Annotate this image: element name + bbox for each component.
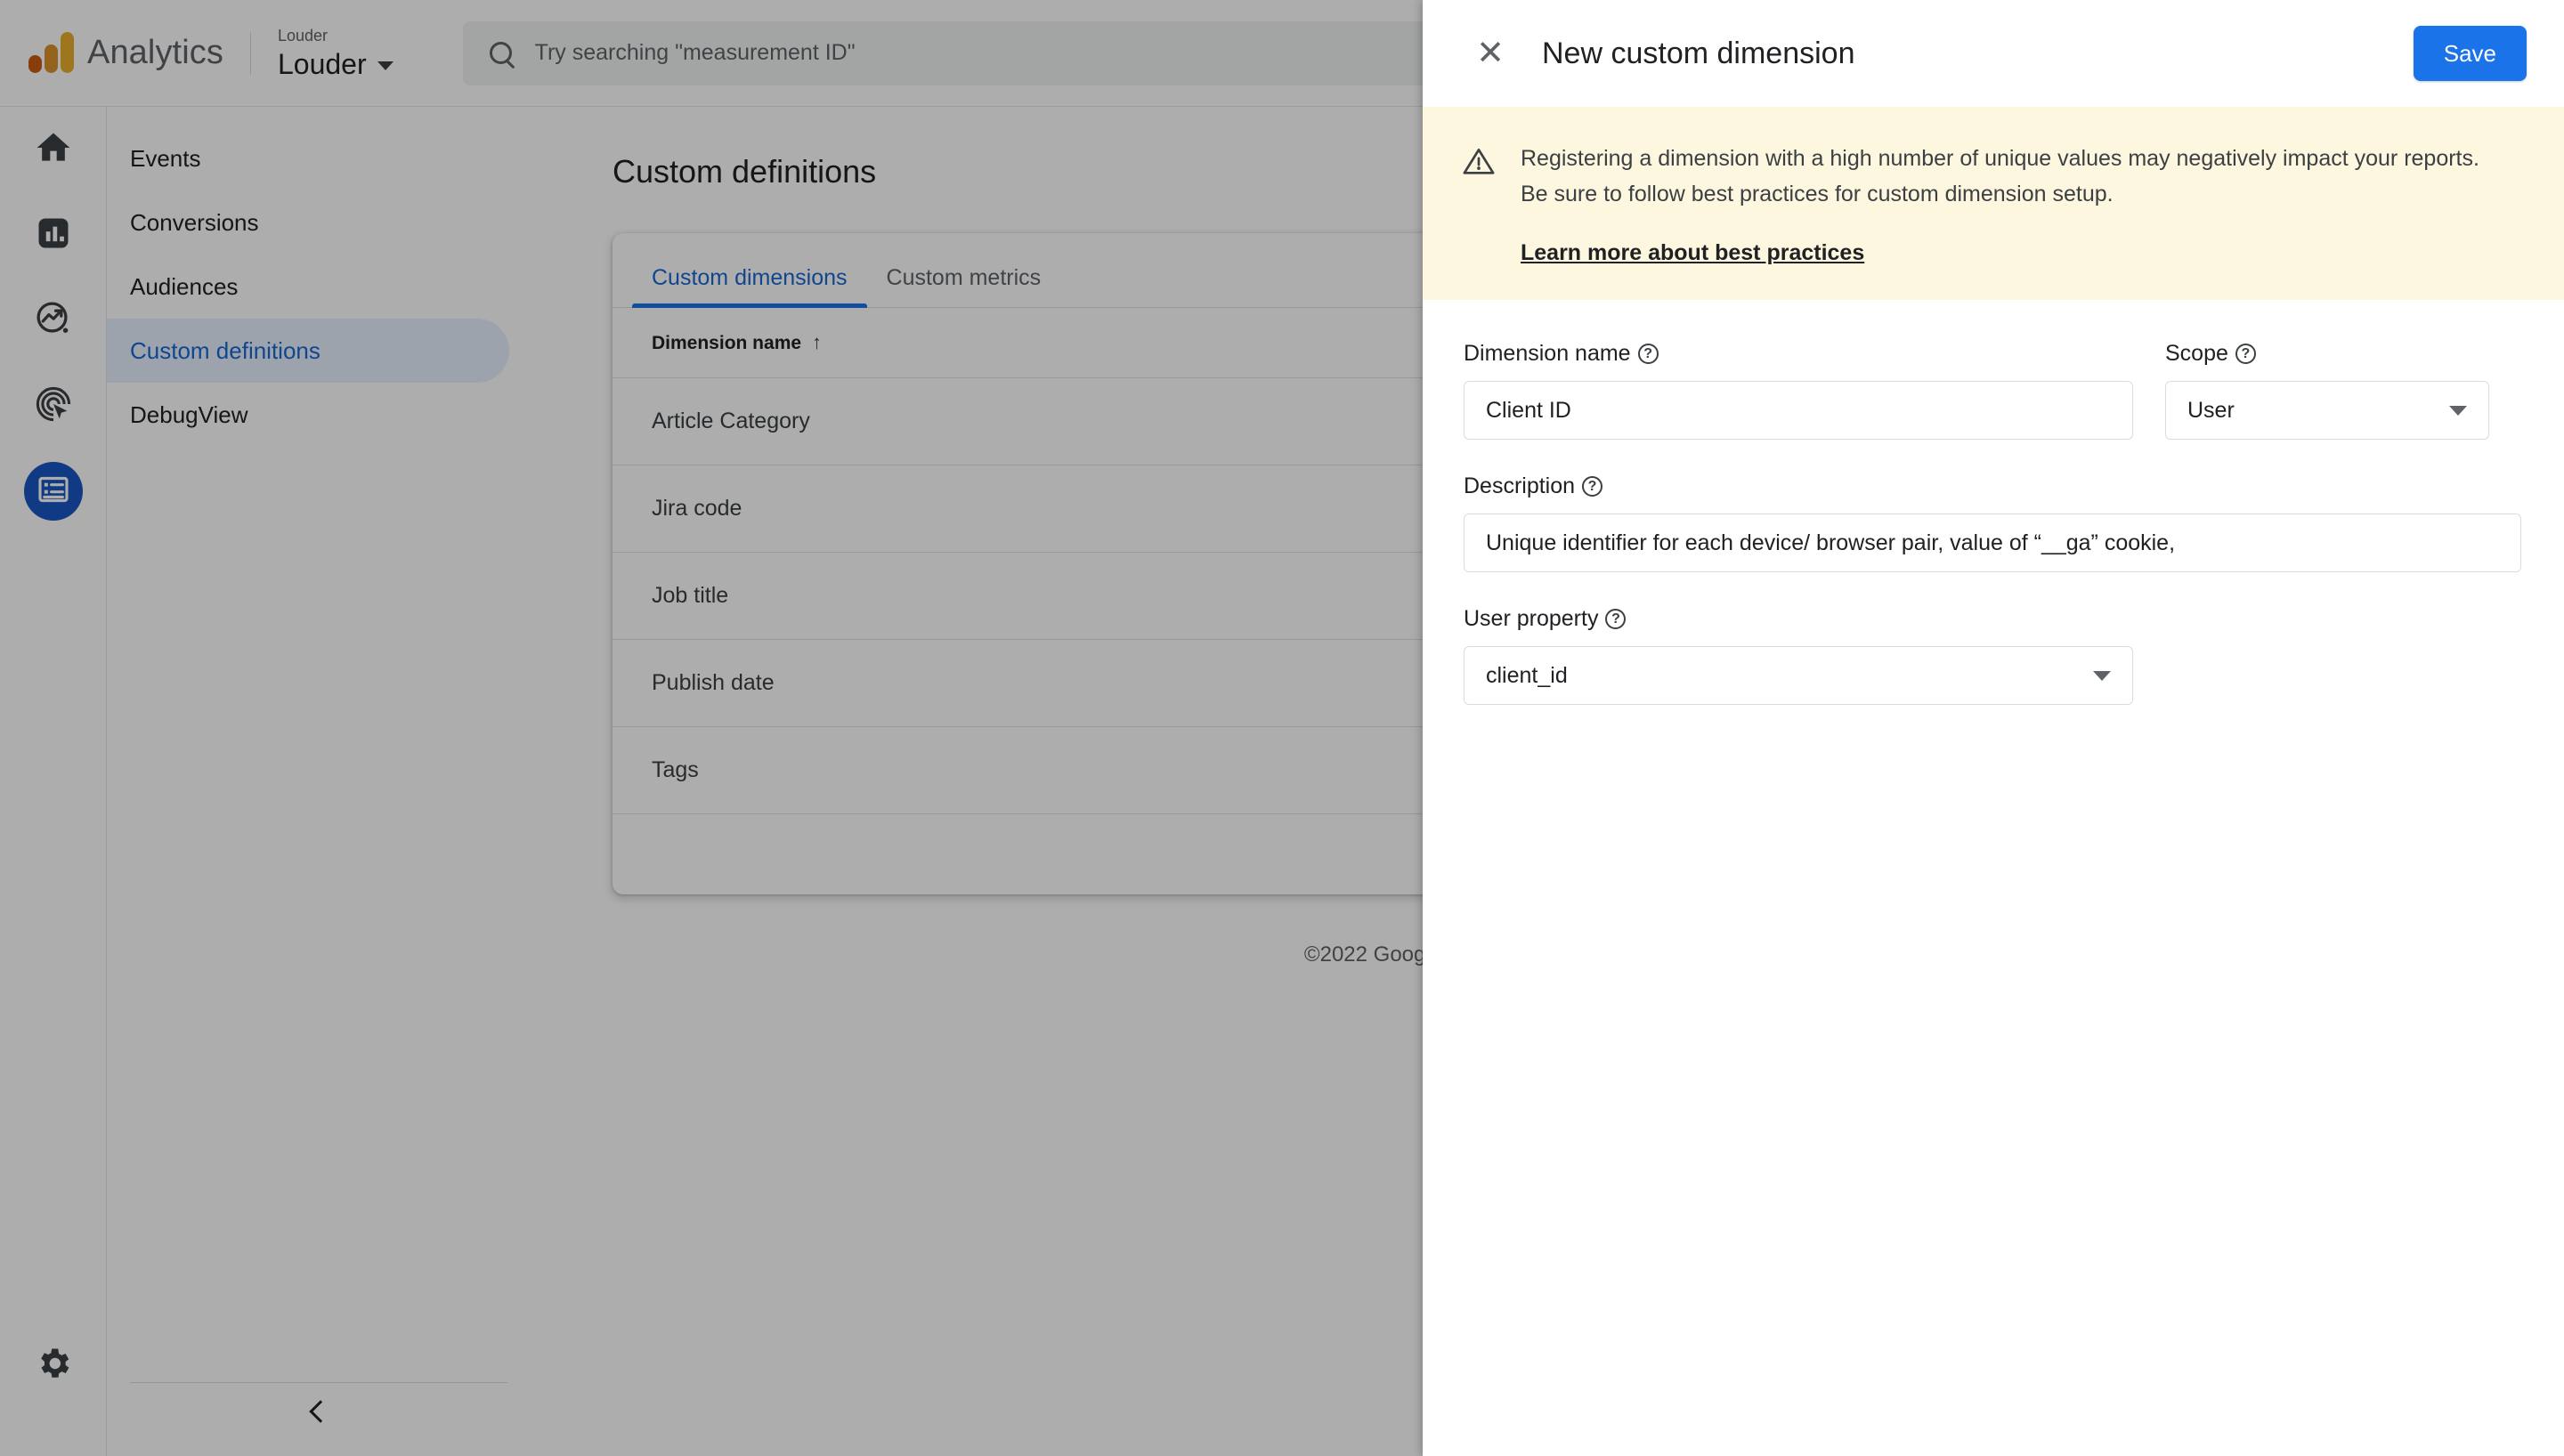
chevron-down-icon — [2449, 405, 2467, 416]
warning-triangle-icon — [1462, 144, 1496, 266]
brand-divider — [249, 31, 251, 75]
configure-list-icon — [36, 472, 71, 512]
label-text: Description — [1464, 473, 1576, 498]
warning-banner: Registering a dimension with a high numb… — [1423, 107, 2564, 300]
icon-rail — [0, 107, 107, 1456]
user-property-field: User property ? client_id — [1464, 606, 2523, 705]
sidebar-item-conversions[interactable]: Conversions — [107, 190, 509, 255]
description-field: Description ? Unique identifier for each… — [1464, 473, 2523, 572]
scope-label: Scope ? — [2165, 341, 2489, 367]
warning-text: Registering a dimension with a high numb… — [1521, 146, 2479, 206]
description-label: Description ? — [1464, 473, 2523, 499]
help-circle-icon[interactable]: ? — [1582, 476, 1603, 497]
chevron-down-icon — [2093, 670, 2111, 681]
sidebar-item-label: Conversions — [130, 208, 259, 236]
help-circle-icon[interactable]: ? — [2235, 344, 2256, 364]
rail-item-explore[interactable] — [0, 278, 107, 363]
description-input[interactable]: Unique identifier for each device/ brows… — [1464, 514, 2521, 572]
chevron-down-icon — [377, 61, 394, 70]
brand-name: Analytics — [87, 34, 223, 71]
tab-custom-metrics[interactable]: Custom metrics — [867, 265, 1061, 307]
tab-custom-dimensions[interactable]: Custom dimensions — [632, 265, 867, 308]
sidebar-item-custom-definitions[interactable]: Custom definitions — [107, 319, 509, 383]
label-text: Dimension name — [1464, 341, 1631, 366]
input-value: Client ID — [1486, 397, 1571, 423]
user-property-select[interactable]: client_id — [1464, 646, 2133, 705]
help-circle-icon[interactable]: ? — [1605, 609, 1627, 629]
reports-bar-chart-icon — [34, 214, 73, 257]
dimension-name-label: Dimension name ? — [1464, 341, 2133, 367]
name-scope-row: Dimension name ? Client ID Scope ? User — [1464, 341, 2523, 440]
scope-field: Scope ? User — [2165, 341, 2489, 440]
sidebar-item-label: Custom definitions — [130, 336, 320, 364]
sort-ascending-icon: ↑ — [812, 331, 823, 353]
sidebar-item-audiences[interactable]: Audiences — [107, 255, 509, 319]
rail-item-settings[interactable] — [0, 1323, 107, 1408]
secondary-nav: Events Conversions Audiences Custom defi… — [107, 107, 534, 1456]
close-icon[interactable]: ✕ — [1471, 34, 1510, 73]
search-icon — [489, 42, 512, 64]
tab-label: Custom dimensions — [652, 265, 848, 290]
panel-header: ✕ New custom dimension Save — [1423, 0, 2564, 107]
gear-icon — [34, 1344, 73, 1387]
panel-title: New custom dimension — [1542, 36, 1855, 70]
column-label: Dimension name — [652, 333, 802, 353]
scope-select[interactable]: User — [2165, 381, 2489, 440]
dimension-name-input[interactable]: Client ID — [1464, 381, 2133, 440]
dimension-form: Dimension name ? Client ID Scope ? User — [1423, 300, 2564, 705]
rail-item-advertising[interactable] — [0, 363, 107, 449]
search-input[interactable]: Try searching "measurement ID" — [462, 20, 1489, 85]
advertising-target-icon — [34, 384, 73, 428]
user-property-label: User property ? — [1464, 606, 2523, 632]
google-analytics-logo — [28, 31, 74, 73]
search-placeholder: Try searching "measurement ID" — [534, 40, 856, 65]
rail-item-home[interactable] — [0, 107, 107, 192]
tab-label: Custom metrics — [886, 265, 1042, 290]
explore-trend-icon — [34, 299, 73, 343]
chevron-left-icon — [309, 1400, 332, 1423]
sidebar-item-debugview[interactable]: DebugView — [107, 383, 509, 447]
label-text: Scope — [2165, 341, 2228, 366]
rail-item-configure[interactable] — [0, 449, 107, 534]
account-name: Louder — [277, 47, 367, 80]
dimension-name-field: Dimension name ? Client ID — [1464, 341, 2133, 440]
select-value: User — [2187, 397, 2235, 423]
sidebar-item-events[interactable]: Events — [107, 126, 509, 190]
sidebar-item-label: Events — [130, 144, 201, 172]
collapse-nav-button[interactable] — [107, 1383, 534, 1440]
account-selector[interactable]: Louder Louder — [278, 25, 394, 82]
select-value: client_id — [1486, 662, 1568, 688]
input-value: Unique identifier for each device/ brows… — [1486, 530, 2176, 555]
save-button[interactable]: Save — [2413, 26, 2527, 81]
rail-item-reports[interactable] — [0, 192, 107, 278]
sidebar-item-label: Audiences — [130, 272, 239, 300]
home-icon — [34, 128, 73, 172]
learn-more-link[interactable]: Learn more about best practices — [1521, 240, 2482, 266]
new-custom-dimension-panel: ✕ New custom dimension Save Registering … — [1423, 0, 2564, 1456]
label-text: User property — [1464, 606, 1599, 631]
help-circle-icon[interactable]: ? — [1637, 344, 1659, 364]
account-label: Louder — [277, 26, 329, 44]
sidebar-item-label: DebugView — [130, 400, 248, 428]
